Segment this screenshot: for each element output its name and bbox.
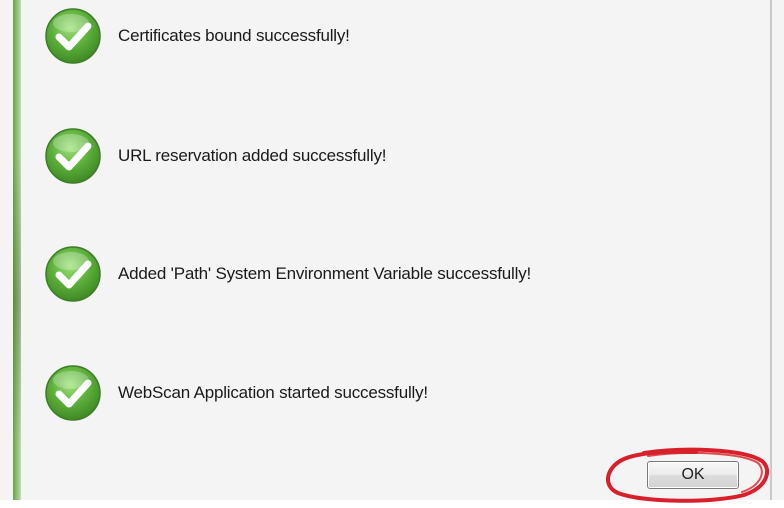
status-row-path-variable: Added 'Path' System Environment Variable… xyxy=(44,242,531,306)
window-right-border xyxy=(770,0,772,508)
status-message: URL reservation added successfully! xyxy=(118,146,387,165)
status-message: Certificates bound successfully! xyxy=(118,26,350,45)
checkmark-icon xyxy=(45,8,101,64)
checkmark-icon xyxy=(45,246,101,302)
window-left-border xyxy=(13,0,21,508)
ok-button[interactable]: OK xyxy=(647,461,739,489)
window-bottom-edge xyxy=(0,500,784,508)
status-message: WebScan Application started successfully… xyxy=(118,383,428,402)
status-message: Added 'Path' System Environment Variable… xyxy=(118,264,532,283)
checkmark-icon xyxy=(45,365,101,421)
status-row-webscan-started: WebScan Application started successfully… xyxy=(44,361,428,425)
status-row-url-reservation: URL reservation added successfully! xyxy=(44,124,386,188)
status-row-certificates: Certificates bound successfully! xyxy=(44,4,350,68)
setup-status-dialog: Certificates bound successfully! URL res… xyxy=(0,0,784,508)
checkmark-icon xyxy=(45,128,101,184)
